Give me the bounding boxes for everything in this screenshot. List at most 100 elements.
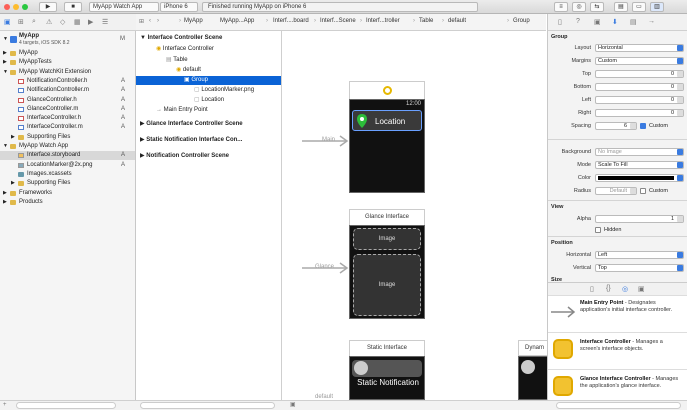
top-field[interactable]: 0 [595, 70, 684, 78]
location-group[interactable]: Location [352, 110, 422, 131]
outline-row-notification-scene[interactable]: ▶ Notification Controller Scene [140, 152, 229, 161]
scheme-selector[interactable]: MyApp Watch App [89, 2, 159, 12]
navigator-item-frameworks[interactable]: ▶ Frameworks [0, 189, 135, 198]
utilities-toggle-button[interactable]: ▥ [650, 2, 664, 12]
navigator-item-myapptests[interactable]: ▶ MyAppTests [0, 58, 135, 67]
outline-row-image[interactable]: ▢ LocationMarker.png [194, 86, 254, 95]
library-item-main-entry[interactable]: Main Entry Point - Designates applicatio… [548, 295, 687, 335]
log-icon[interactable]: ☰ [102, 18, 108, 26]
forward-icon[interactable]: › [157, 18, 159, 24]
stepper-icon[interactable] [677, 71, 683, 77]
test-icon[interactable]: ◇ [60, 18, 65, 26]
interface-controller-scene[interactable]: 12:00 Location [349, 81, 425, 193]
navigator-item-interfacecontroller-h[interactable]: InterfaceController.h A [0, 114, 135, 123]
disclosure-icon[interactable]: ▼ [3, 68, 8, 77]
stepper-icon[interactable] [677, 216, 683, 222]
help-inspector-icon[interactable]: ? [576, 18, 580, 25]
breadcrumb-3[interactable]: Interf...Scene [320, 18, 356, 24]
stepper-icon[interactable] [677, 110, 683, 116]
disclosure-icon[interactable]: ▼ [3, 35, 8, 44]
glance-screen[interactable]: Image Image [349, 225, 425, 319]
run-button[interactable]: ▶ [39, 2, 57, 12]
radius-custom-checkbox[interactable] [640, 188, 646, 194]
navigator-item-products[interactable]: ▶ Products [0, 198, 135, 207]
debug-icon[interactable]: ▦ [74, 18, 81, 26]
library-item-interface-controller[interactable]: Interface Controller - Manages a screen'… [548, 332, 687, 372]
vertical-popup[interactable]: Top [595, 264, 684, 272]
navigator-item-interfacecontroller-m[interactable]: InterfaceController.m A [0, 123, 135, 132]
search-icon[interactable]: ⌕ [32, 18, 36, 26]
object-library-icon[interactable]: ◎ [622, 285, 628, 293]
breadcrumb-1[interactable]: MyApp...App [220, 18, 254, 24]
navigator-item-supporting-files[interactable]: ▶ Supporting Files [0, 133, 135, 142]
navigator-filter-field[interactable] [16, 402, 116, 409]
left-field[interactable]: 0 [595, 96, 684, 104]
mode-popup[interactable]: Scale To Fill [595, 161, 684, 169]
navigator-item-glancecontroller-m[interactable]: GlanceController.m A [0, 105, 135, 114]
outline-toggle-icon[interactable]: ▣ [290, 401, 296, 408]
stepper-icon[interactable] [630, 123, 636, 129]
disclosure-icon[interactable]: ▶ [3, 58, 7, 67]
zoom-window-button[interactable] [22, 4, 28, 10]
watch-screen[interactable]: 12:00 Location [349, 99, 425, 193]
version-editor-button[interactable]: ⇆ [590, 2, 604, 12]
stop-button[interactable]: ■ [64, 2, 82, 12]
size-inspector-icon[interactable]: ▤ [630, 18, 637, 26]
connections-inspector-icon[interactable]: → [648, 18, 655, 25]
navigator-item-glancecontroller-h[interactable]: GlanceController.h A [0, 96, 135, 105]
close-window-button[interactable] [4, 4, 10, 10]
static-screen[interactable]: Static Notification [349, 356, 425, 400]
project-row[interactable]: ▼ MyApp 4 targets, iOS SDK 8.2 M [0, 32, 135, 48]
radius-field[interactable]: Default [595, 187, 637, 195]
right-field[interactable]: 0 [595, 109, 684, 117]
library-item-glance-controller[interactable]: Glance Interface Controller - Manages th… [548, 369, 687, 400]
disclosure-icon[interactable]: ▼ [140, 35, 148, 41]
breadcrumb-2[interactable]: Interf....board [273, 18, 309, 24]
glance-image-top[interactable]: Image [353, 228, 421, 250]
related-items-icon[interactable]: ⊞ [139, 18, 144, 25]
minimize-window-button[interactable] [13, 4, 19, 10]
glance-interface-scene[interactable]: Glance Interface Image Image [349, 209, 425, 319]
outline-filter-field[interactable] [140, 402, 275, 409]
disclosure-icon[interactable]: ▶ [11, 179, 15, 188]
breadcrumb-7[interactable]: Group [513, 18, 530, 24]
disclosure-icon[interactable]: ▼ [3, 142, 8, 151]
disclosure-icon[interactable]: ▶ [3, 49, 7, 58]
library-filter-field[interactable] [556, 402, 681, 409]
outline-row-glance-scene[interactable]: ▶ Glance Interface Controller Scene [140, 120, 243, 129]
assistant-editor-button[interactable]: ◎ [572, 2, 586, 12]
color-well[interactable] [595, 174, 684, 182]
navigator-item-notificationcontroller-h[interactable]: NotificationController.h A [0, 77, 135, 86]
debug-toggle-button[interactable]: ▭ [632, 2, 646, 12]
spacing-custom-checkbox[interactable] [640, 123, 646, 129]
stepper-icon[interactable] [630, 188, 636, 194]
symbol-icon[interactable]: ⊞ [18, 18, 24, 26]
hidden-checkbox[interactable] [595, 227, 601, 233]
media-library-icon[interactable]: ▣ [638, 285, 645, 293]
back-icon[interactable]: ‹ [149, 18, 151, 24]
file-template-icon[interactable]: ▯ [590, 285, 594, 293]
outline-row-table[interactable]: ▤ Table [166, 56, 188, 65]
navigator-item-watch-app[interactable]: ▼ MyApp Watch App [0, 142, 135, 151]
breadcrumb-6[interactable]: default [448, 18, 466, 24]
disclosure-icon[interactable]: ▶ [3, 189, 7, 198]
disclosure-icon[interactable]: ▶ [11, 133, 15, 142]
breadcrumb-5[interactable]: Table [419, 18, 433, 24]
glance-image-bottom[interactable]: Image [353, 254, 421, 316]
layout-popup[interactable]: Horizontal [595, 44, 684, 52]
dynamic-interface-scene[interactable]: Dynam [518, 340, 547, 400]
navigator-item-notificationcontroller-m[interactable]: NotificationController.m A [0, 86, 135, 95]
storyboard-canvas[interactable]: Main 12:00 Location Glance Glance Interf… [282, 31, 547, 400]
identity-inspector-icon[interactable]: ▣ [594, 18, 601, 26]
outline-row-scene[interactable]: ▼ Interface Controller Scene [140, 34, 222, 43]
navigator-item-locationmarker[interactable]: LocationMarker@2x.png A [0, 161, 135, 170]
add-icon[interactable]: + [3, 402, 7, 408]
navigator-item-myapp[interactable]: ▶ MyApp [0, 49, 135, 58]
outline-row-default[interactable]: ◉ default [176, 66, 201, 75]
device-selector[interactable]: iPhone 6 [160, 2, 198, 12]
outline-row-static-scene[interactable]: ▶ Static Notification Interface Con... [140, 136, 242, 145]
bottom-field[interactable]: 0 [595, 83, 684, 91]
outline-row-group[interactable]: ▣ Group [136, 76, 281, 85]
breadcrumb-0[interactable]: MyApp [184, 18, 203, 24]
file-inspector-icon[interactable]: ▯ [558, 18, 562, 26]
